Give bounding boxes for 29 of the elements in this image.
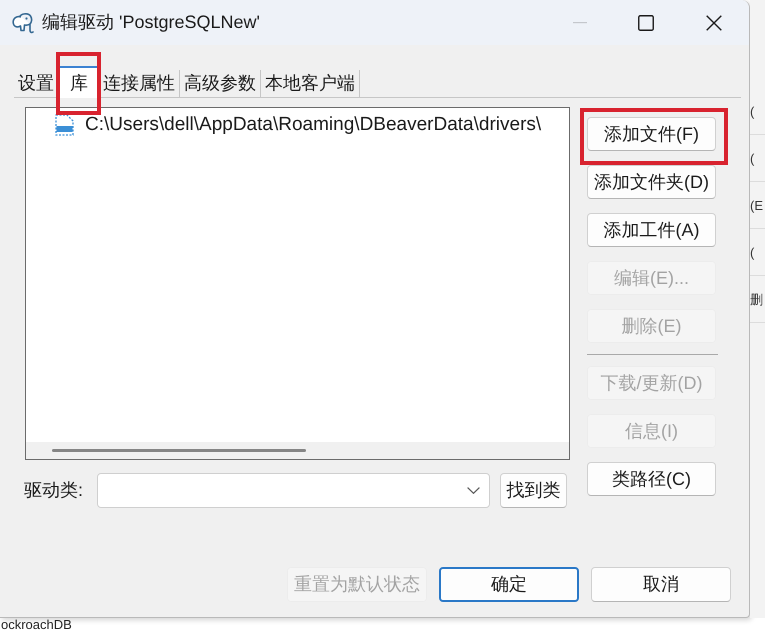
file-icon [55, 114, 74, 136]
close-icon [706, 14, 722, 30]
background-text: ( [750, 150, 754, 166]
tab[interactable]: 高级参数 [180, 70, 261, 96]
library-path[interactable]: C:\Users\dell\AppData\Roaming\DBeaverData\drivers\ [85, 113, 542, 137]
background-text: (E [750, 198, 763, 212]
tab[interactable]: 连接属性 [99, 70, 180, 96]
background-text: 删 [750, 292, 763, 306]
cancel-button[interactable]: 取消 [591, 567, 731, 602]
scrollbar-thumb[interactable] [52, 449, 306, 452]
background-text: ( [750, 104, 754, 118]
tab[interactable]: 库 [59, 66, 99, 98]
maximize-icon [638, 14, 654, 30]
ok-button[interactable]: 确定 [439, 567, 579, 602]
add-folder-button[interactable]: 添加文件夹(D) [587, 165, 716, 199]
add-file-button[interactable]: 添加文件(F) [587, 117, 716, 151]
tab[interactable]: 设置 [14, 70, 59, 96]
find-class-button[interactable]: 找到类 [500, 473, 567, 508]
window-title: 编辑驱动 'PostgreSQLNew' [42, 11, 260, 34]
chevron-down-icon [467, 487, 480, 494]
horizontal-scrollbar[interactable] [26, 442, 569, 459]
classpath-button[interactable]: 类路径(C) [587, 462, 716, 496]
tab[interactable]: 本地客户端 [261, 70, 360, 96]
add-artifact-button[interactable]: 添加工件(A) [587, 213, 716, 247]
elephant-icon [12, 12, 34, 34]
driver-class-label: 驱动类: [24, 479, 84, 502]
background-text: ( [750, 244, 754, 260]
driver-class-combobox[interactable] [97, 473, 490, 508]
background-text: ockroachDB [1, 618, 72, 632]
